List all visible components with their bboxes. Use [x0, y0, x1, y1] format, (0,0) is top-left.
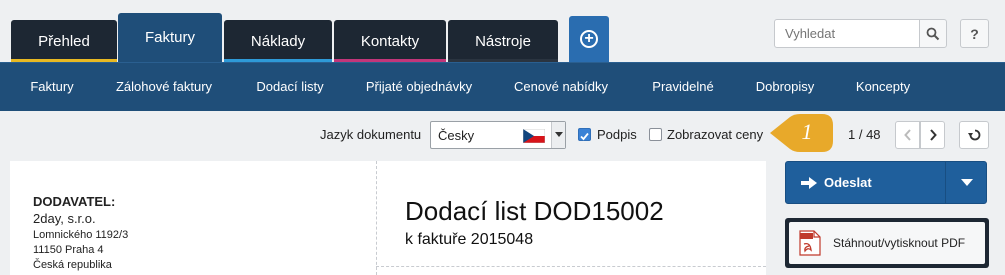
tab-label: Kontakty	[360, 32, 420, 50]
plus-circle-icon: +	[580, 30, 598, 48]
pdf-button[interactable]: Stáhnout/vytisknout PDF	[785, 218, 989, 268]
search-button[interactable]	[919, 19, 947, 48]
return-icon	[968, 129, 981, 141]
chevron-down-icon[interactable]	[551, 122, 565, 148]
help-button[interactable]: ?	[960, 19, 989, 48]
previous-button[interactable]	[895, 121, 920, 149]
subnav-item-faktury[interactable]: Faktury	[30, 63, 73, 112]
supplier-name: 2day, s.r.o.	[33, 211, 96, 226]
send-label: Odeslat	[824, 175, 872, 190]
show-prices-checkbox[interactable]	[649, 128, 662, 141]
subnav-item-prijate-objednavky[interactable]: Přijaté objednávky	[366, 63, 472, 112]
signature-checkbox[interactable]	[578, 128, 591, 141]
pdf-button-inner: Stáhnout/vytisknout PDF	[789, 222, 985, 264]
tab-label: Přehled	[38, 32, 90, 50]
tab-naklady[interactable]: Náklady	[224, 20, 332, 62]
step-badge-number: 1	[801, 119, 813, 144]
next-button[interactable]	[920, 121, 945, 149]
czech-flag-icon	[523, 129, 545, 143]
chevron-left-icon	[903, 129, 911, 141]
subnav-item-dobropisy[interactable]: Dobropisy	[756, 63, 815, 112]
subnav-item-koncepty[interactable]: Koncepty	[856, 63, 910, 112]
send-button[interactable]: Odeslat	[785, 161, 987, 204]
tab-label: Faktury	[144, 29, 195, 46]
subnav-item-pravidelne[interactable]: Pravidelné	[652, 63, 713, 112]
tab-kontakty[interactable]: Kontakty	[334, 20, 446, 62]
pdf-icon	[799, 230, 821, 256]
document-subtitle: k faktuře 2015048	[405, 231, 534, 248]
check-icon	[580, 132, 589, 141]
arrow-right-icon	[801, 177, 817, 189]
supplier-street: Lomnického 1192/3	[33, 229, 129, 241]
language-select[interactable]: Česky	[430, 121, 566, 149]
tab-label: Náklady	[250, 32, 306, 50]
search-icon	[926, 27, 940, 40]
help-label: ?	[970, 25, 979, 42]
add-tab-button[interactable]: +	[569, 16, 609, 62]
document-title: Dodací list DOD15002	[405, 196, 664, 226]
subnav-item-dodaci-listy[interactable]: Dodací listy	[256, 63, 323, 112]
supplier-heading: DODAVATEL:	[33, 194, 116, 209]
show-prices-label: Zobrazovat ceny	[667, 127, 764, 142]
tab-nastroje[interactable]: Nástroje	[448, 20, 558, 62]
document-divider	[376, 161, 377, 275]
send-separator	[945, 162, 946, 203]
return-button[interactable]	[959, 121, 989, 149]
language-value: Česky	[438, 128, 475, 143]
chevron-down-icon[interactable]	[961, 179, 973, 187]
tab-prehled[interactable]: Přehled	[11, 20, 117, 62]
supplier-country: Česká republika	[33, 259, 112, 271]
search-input[interactable]	[774, 19, 920, 48]
tab-label: Nástroje	[475, 32, 531, 50]
pdf-label: Stáhnout/vytisknout PDF	[833, 236, 966, 250]
supplier-city: 11150 Praha 4	[33, 244, 104, 256]
subnav-item-zalohove-faktury[interactable]: Zálohové faktury	[116, 63, 212, 112]
signature-label: Podpis	[597, 127, 637, 142]
language-label: Jazyk dokumentu	[320, 127, 422, 142]
sub-navigation: Faktury Zálohové faktury Dodací listy Př…	[0, 62, 1005, 111]
chevron-right-icon	[929, 129, 937, 141]
top-bar: Přehled Faktury Náklady Kontakty Nástroj…	[0, 0, 1005, 62]
subnav-item-cenove-nabidky[interactable]: Cenové nabídky	[514, 63, 608, 112]
document-divider	[376, 266, 766, 267]
tab-faktury[interactable]: Faktury	[118, 13, 222, 62]
pager-text: 1 / 48	[848, 127, 881, 142]
